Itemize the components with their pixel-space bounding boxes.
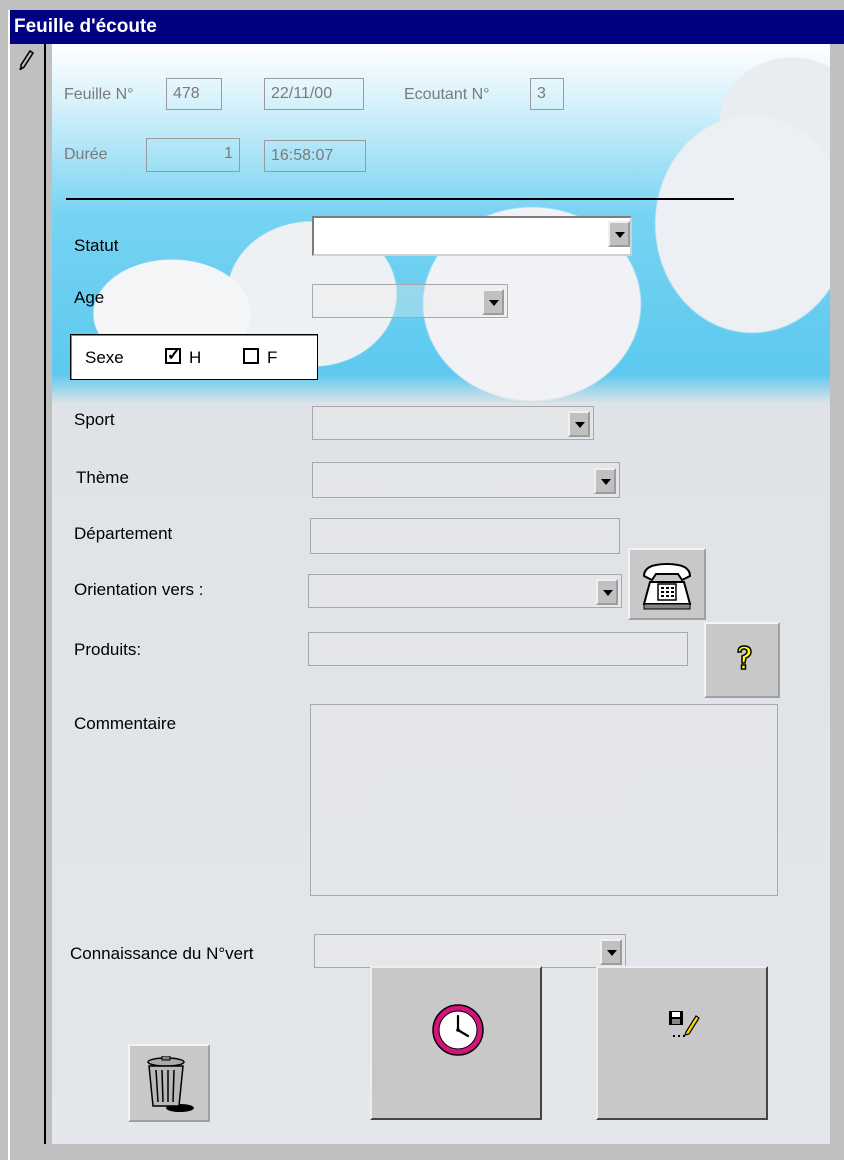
duree-field[interactable]: 1 [146, 138, 240, 172]
duree-label: Durée [64, 146, 108, 163]
connaissance-dropdown-button[interactable] [600, 939, 622, 965]
theme-label: Thème [76, 468, 129, 487]
age-combo[interactable] [312, 284, 508, 318]
help-button[interactable] [704, 622, 780, 698]
date-field[interactable]: 22/11/00 [264, 78, 364, 110]
sexe-label: Sexe [85, 348, 124, 367]
form-window: Feuille d'écoute Feuille N° 478 22/11/00… [8, 10, 844, 1160]
telephone-icon [640, 560, 694, 615]
record-selector[interactable] [10, 44, 46, 1144]
floppy-disk-edit-icon [668, 1010, 700, 1045]
sexe-h-checkbox[interactable]: ✓ [165, 348, 181, 364]
sexe-h-label: H [189, 348, 202, 367]
statut-combo[interactable] [312, 216, 632, 256]
time-field[interactable]: 16:58:07 [264, 140, 366, 172]
window-title: Feuille d'écoute [10, 10, 844, 44]
save-button[interactable] [596, 966, 768, 1120]
produits-label: Produits: [74, 640, 142, 659]
orientation-dropdown-button[interactable] [596, 579, 618, 605]
delete-button[interactable] [128, 1044, 210, 1122]
sexe-f-label: F [267, 348, 278, 367]
question-mark-icon [734, 644, 754, 677]
connaissance-label: Connaissance du N°vert [70, 944, 254, 963]
departement-field[interactable] [310, 518, 620, 554]
produits-field[interactable] [308, 632, 688, 666]
sport-combo[interactable] [312, 406, 594, 440]
sexe-group: Sexe ✓ H F [70, 334, 318, 380]
connaissance-combo[interactable] [314, 934, 626, 968]
departement-label: Département [74, 524, 173, 543]
clock-button[interactable] [370, 966, 542, 1120]
sexe-f-checkbox[interactable] [243, 348, 259, 364]
ecoutant-number-field[interactable]: 3 [530, 78, 564, 110]
sport-dropdown-button[interactable] [568, 411, 590, 437]
header-divider [66, 198, 734, 200]
clock-icon [430, 1002, 486, 1063]
statut-label: Statut [74, 236, 119, 255]
form-body: Feuille N° 478 22/11/00 Ecoutant N° 3 Du… [52, 44, 830, 1144]
pencil-icon [18, 49, 35, 75]
theme-combo[interactable] [312, 462, 620, 498]
sport-label: Sport [74, 410, 115, 429]
orientation-label: Orientation vers : [74, 580, 204, 599]
phone-button[interactable] [628, 548, 706, 620]
orientation-combo[interactable] [308, 574, 622, 608]
age-label: Age [74, 288, 105, 307]
statut-dropdown-button[interactable] [608, 221, 630, 247]
commentaire-label: Commentaire [74, 714, 177, 733]
feuille-label: Feuille N° [64, 86, 134, 103]
ecoutant-label: Ecoutant N° [404, 86, 490, 103]
age-dropdown-button[interactable] [482, 289, 504, 315]
feuille-number-field[interactable]: 478 [166, 78, 222, 110]
theme-dropdown-button[interactable] [594, 468, 616, 494]
commentaire-textarea[interactable] [310, 704, 778, 896]
trash-can-icon [140, 1055, 198, 1117]
